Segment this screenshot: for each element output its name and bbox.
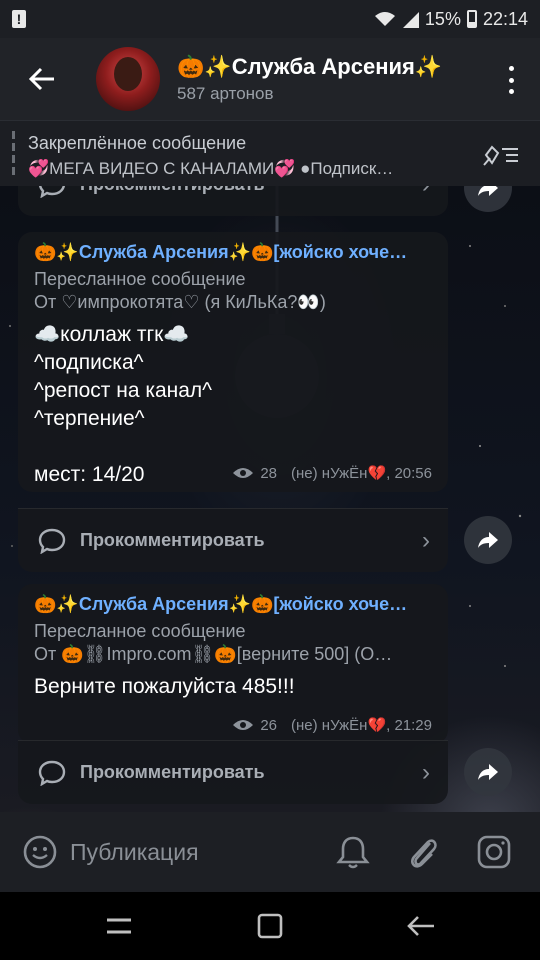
share-icon: [478, 532, 498, 548]
text-line: ^репост на канал^: [34, 379, 213, 402]
channel-avatar[interactable]: [96, 47, 160, 111]
pinned-message[interactable]: Закреплённое сообщение 💞МЕГА ВИДЕО С КАН…: [0, 120, 540, 186]
paperclip-icon[interactable]: [406, 833, 440, 871]
emoji-icon[interactable]: [22, 834, 58, 870]
back-nav-icon[interactable]: [406, 912, 436, 940]
eye-icon: [233, 720, 254, 730]
message-meta: 26 (не) нУжЁн💔, 21:29: [232, 716, 432, 734]
forwarded-label: Пересланное сообщение: [34, 621, 246, 641]
eye-icon: [233, 468, 254, 478]
message-bubble[interactable]: 🎃✨Служба Арсения✨🎃[жойско хоче… Переслан…: [18, 584, 448, 744]
header-text[interactable]: 🎃✨Служба Арсения✨ 587 артонов: [177, 54, 442, 104]
battery-icon: [466, 10, 477, 28]
chat-area[interactable]: Прокомментировать › 🎃✨Служба Арсения✨🎃[ж…: [0, 186, 540, 812]
view-count: 26: [260, 716, 278, 734]
comment-label: Прокомментировать: [80, 762, 265, 782]
message-bubble[interactable]: 🎃✨Служба Арсения✨🎃[жойско хоче… Переслан…: [18, 232, 448, 492]
comment-icon: [38, 760, 66, 786]
status-bar: ! 15% 22:14: [0, 0, 540, 38]
system-nav-bar: [0, 892, 540, 960]
message-meta: 28 (не) нУжЁн💔, 20:56: [232, 464, 432, 482]
comment-button[interactable]: Прокомментировать ›: [18, 740, 448, 804]
home-icon[interactable]: [256, 912, 284, 940]
more-menu-icon[interactable]: [508, 66, 514, 94]
chevron-right-icon: ›: [422, 758, 430, 786]
camera-icon[interactable]: [476, 834, 512, 870]
forwarded-from[interactable]: От 🎃⛓Impro.com⛓🎃[верните 500] (О…: [34, 644, 444, 665]
signal-icon: [402, 12, 419, 28]
comment-button[interactable]: Прокомментировать ›: [18, 508, 448, 572]
text-line: ☁️коллаж тгк☁️: [34, 323, 190, 346]
composer-bar: Публикация: [0, 812, 540, 892]
message-input[interactable]: Публикация: [70, 839, 310, 866]
pinned-text: 💞МЕГА ВИДЕО С КАНАЛАМИ💞 ●Подписк…: [28, 159, 394, 178]
message-text: Верните пожалуйста 485!!!: [34, 673, 432, 701]
comment-button-top[interactable]: Прокомментировать ›: [18, 186, 448, 216]
pinned-title: Закреплённое сообщение: [28, 133, 247, 153]
share-button[interactable]: [464, 516, 512, 564]
forwarded-label: Пересланное сообщение: [34, 269, 246, 289]
share-icon: [478, 186, 498, 196]
wifi-icon: [374, 12, 395, 26]
author-time: (не) нУжЁн💔, 21:29: [291, 717, 432, 734]
author-time: (не) нУжЁн💔, 20:56: [291, 465, 432, 482]
recent-apps-icon[interactable]: [104, 912, 134, 940]
comment-label: Прокомментировать: [80, 530, 265, 550]
pinned-indicator: [12, 131, 15, 177]
share-button[interactable]: [464, 748, 512, 796]
clock: 22:14: [482, 8, 528, 29]
chevron-right-icon: ›: [422, 186, 430, 199]
comment-icon: [39, 186, 65, 198]
arrow-left-icon: [28, 67, 54, 91]
text-line: [34, 433, 432, 461]
back-button[interactable]: [0, 38, 84, 120]
alert-icon: !: [12, 10, 26, 28]
chevron-right-icon: ›: [422, 526, 430, 554]
view-count: 28: [260, 464, 278, 482]
pin-list-icon[interactable]: [482, 143, 520, 167]
battery-percent: 15%: [424, 8, 461, 29]
share-icon: [478, 764, 498, 780]
bell-icon[interactable]: [336, 834, 370, 870]
text-line: ^подписка^: [34, 351, 144, 374]
chat-header: 🎃✨Служба Арсения✨ 587 артонов: [0, 38, 540, 120]
subscriber-count: 587 артонов: [177, 84, 274, 103]
forwarded-channel[interactable]: 🎃✨Служба Арсения✨🎃[жойско хоче…: [34, 594, 444, 615]
comment-label: Прокомментировать: [80, 186, 265, 195]
text-line: ^терпение^: [34, 407, 145, 430]
text-line: Верните пожалуйста 485!!!: [34, 675, 295, 698]
comment-icon: [38, 528, 66, 554]
forwarded-from[interactable]: От ♡импрокотята♡ (я КиЛьКа?👀): [34, 292, 444, 313]
channel-title: 🎃✨Служба Арсения✨: [177, 54, 443, 79]
forwarded-channel[interactable]: 🎃✨Служба Арсения✨🎃[жойско хоче…: [34, 242, 444, 263]
